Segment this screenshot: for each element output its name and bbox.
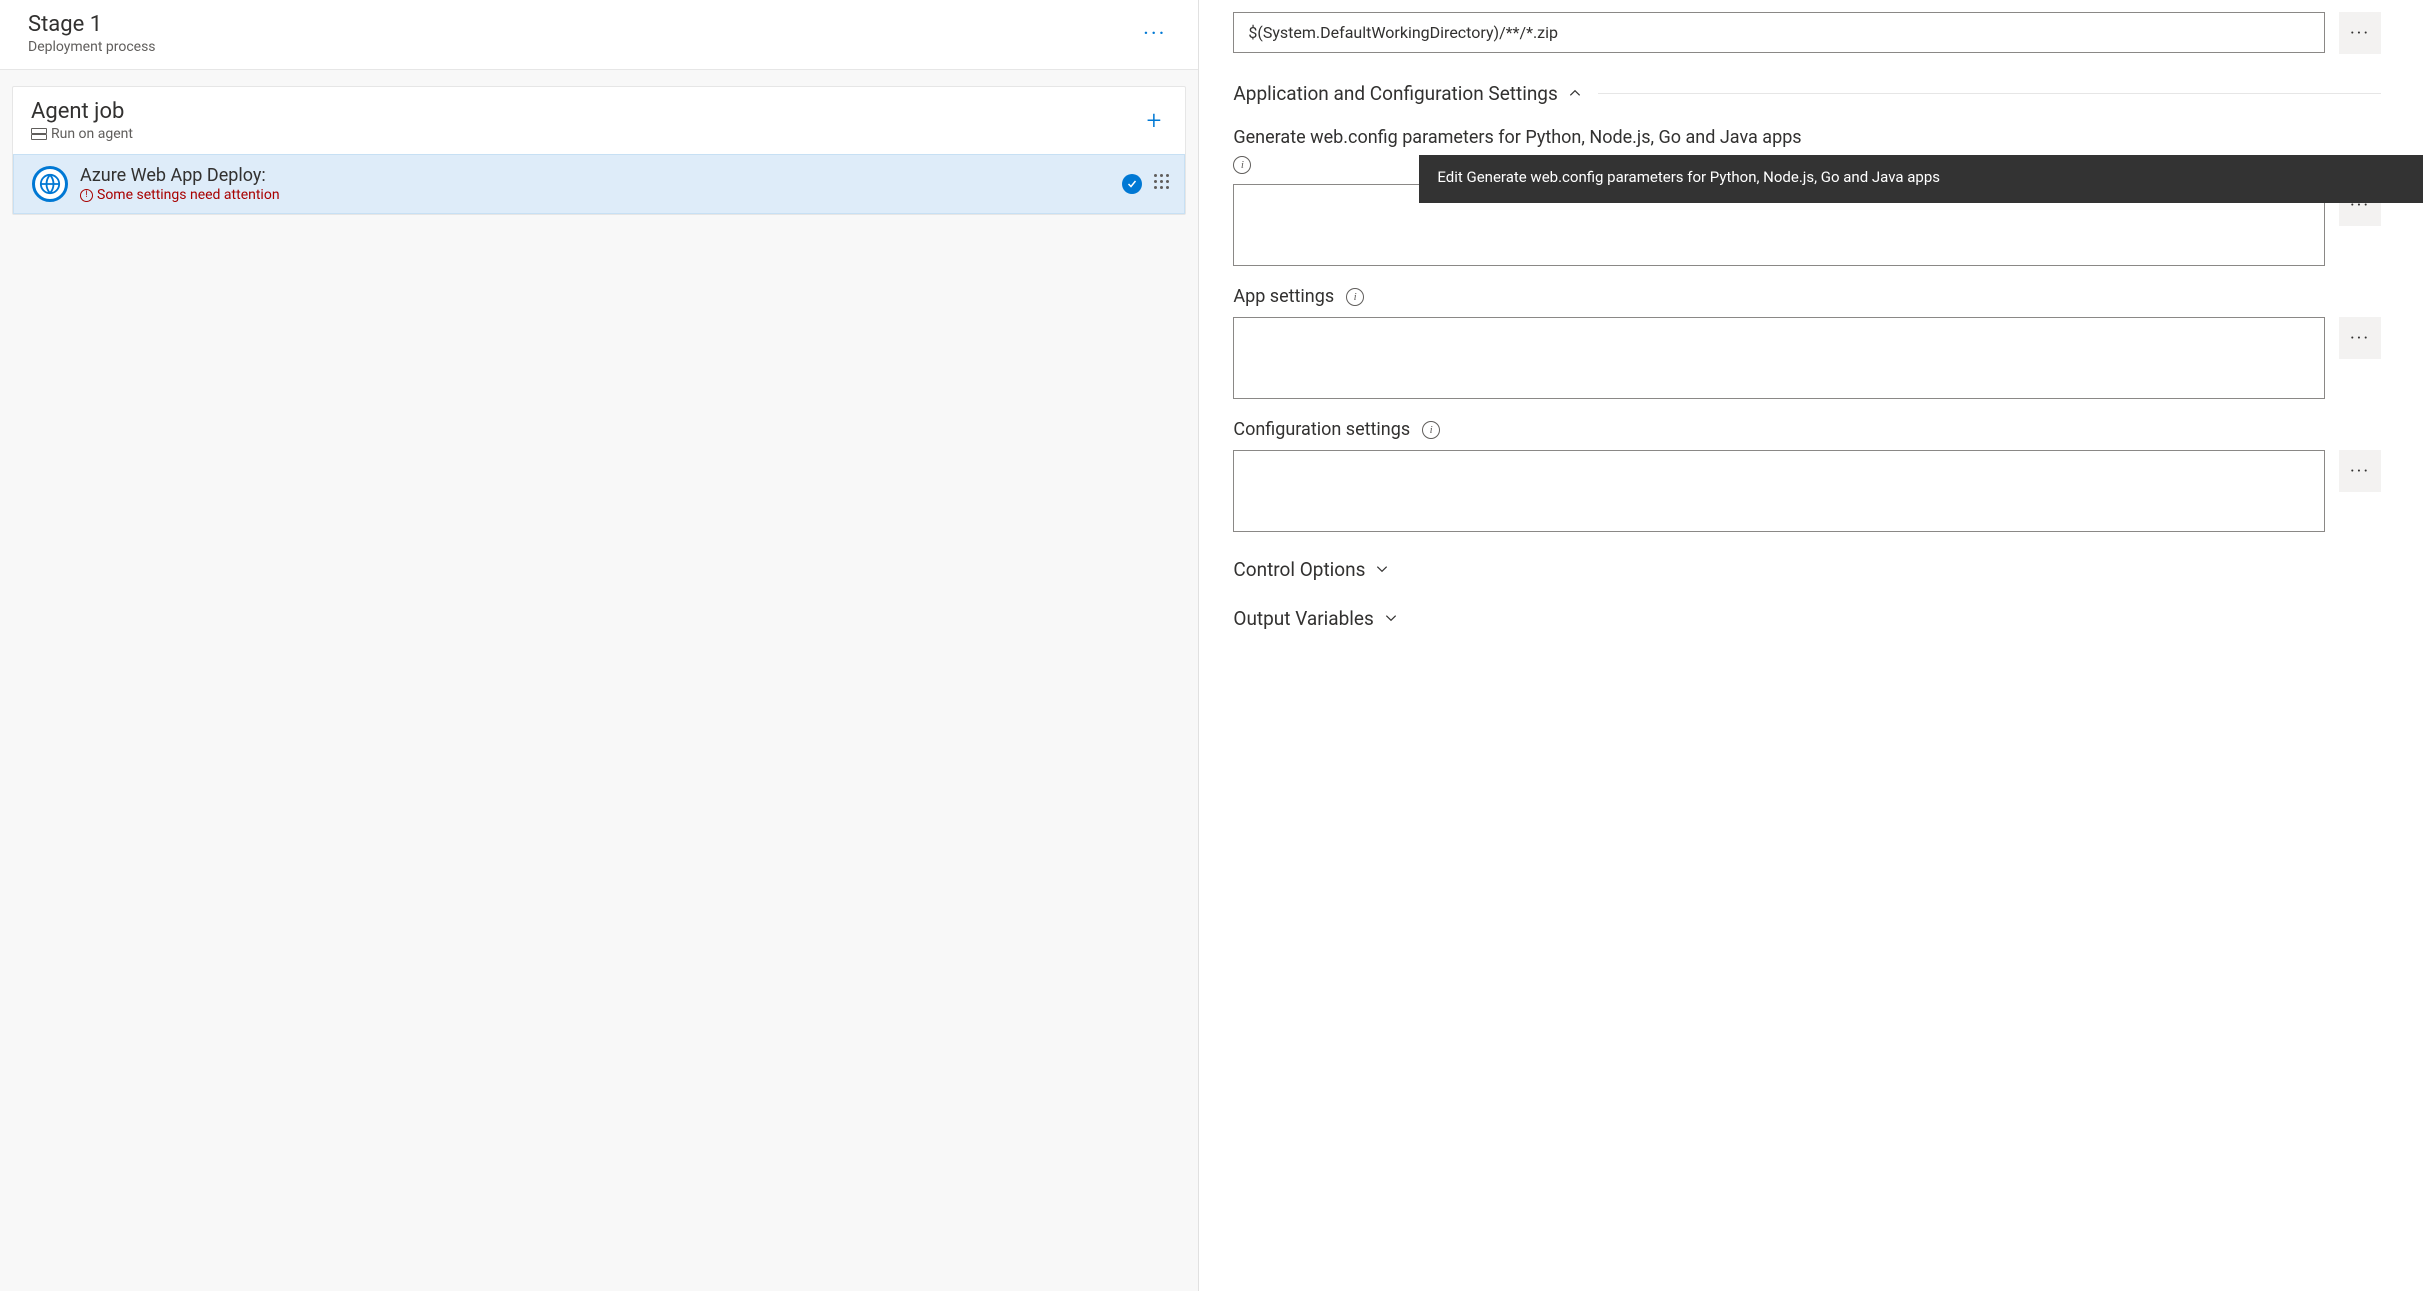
stage-subtitle: Deployment process [28, 39, 156, 55]
task-title: Azure Web App Deploy: [80, 165, 1110, 186]
webconfig-label: Generate web.config parameters for Pytho… [1233, 127, 2381, 148]
appsettings-input[interactable] [1233, 317, 2325, 399]
chevron-down-icon [1375, 558, 1389, 581]
section-output-variables[interactable]: Output Variables [1233, 607, 2381, 630]
tasks-panel: Stage 1 Deployment process ··· Agent job… [0, 0, 1199, 1291]
warning-icon: ! [80, 189, 93, 202]
appsettings-label: App settings i [1233, 286, 2381, 307]
info-icon[interactable]: i [1233, 156, 1251, 174]
section-control-options[interactable]: Control Options [1233, 558, 2381, 581]
section-app-config[interactable]: Application and Configuration Settings [1233, 82, 2381, 105]
configsettings-label: Configuration settings i [1233, 419, 2381, 440]
stage-header: Stage 1 Deployment process ··· [0, 0, 1198, 70]
stage-more-button[interactable]: ··· [1139, 18, 1170, 51]
edit-appsettings-button[interactable]: ··· [2339, 317, 2381, 359]
add-task-button[interactable]: + [1141, 106, 1168, 136]
tooltip: Edit Generate web.config parameters for … [1419, 155, 2423, 203]
info-icon[interactable]: i [1346, 288, 1364, 306]
server-icon [31, 128, 45, 140]
chevron-up-icon [1568, 82, 1582, 105]
configsettings-input[interactable] [1233, 450, 2325, 532]
job-subtitle: Run on agent [31, 126, 133, 142]
info-icon[interactable]: i [1422, 421, 1440, 439]
task-enabled-badge [1122, 174, 1142, 194]
package-input[interactable] [1233, 12, 2325, 53]
task-settings-panel: Package or folder i ··· Application and … [1199, 0, 2423, 1291]
stage-title[interactable]: Stage 1 [28, 12, 156, 37]
job-title: Agent job [31, 99, 133, 124]
job-header[interactable]: Agent job Run on agent + [13, 87, 1185, 154]
browse-package-button[interactable]: ··· [2339, 12, 2381, 54]
edit-configsettings-button[interactable]: ··· [2339, 450, 2381, 492]
chevron-down-icon [1384, 607, 1398, 630]
drag-handle[interactable] [1154, 174, 1168, 194]
job-card: Agent job Run on agent + Azure Web App D… [12, 86, 1186, 215]
package-label: Package or folder i [1233, 0, 2381, 2]
azure-webapp-icon [32, 166, 68, 202]
task-warning: ! Some settings need attention [80, 187, 1110, 203]
task-row-selected[interactable]: Azure Web App Deploy: ! Some settings ne… [13, 154, 1185, 214]
